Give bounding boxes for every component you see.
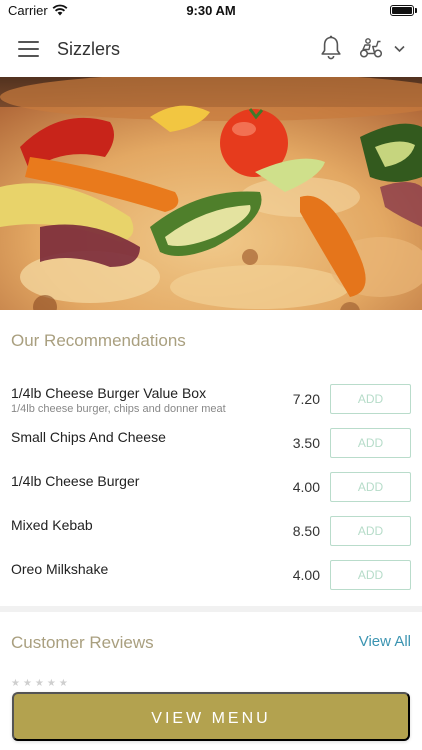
recommendations-title: Our Recommendations — [11, 331, 186, 350]
bell-icon[interactable] — [320, 35, 342, 61]
app-header: Sizzlers — [0, 22, 422, 77]
clock: 9:30 AM — [186, 3, 236, 18]
item-price: 7.20 — [292, 391, 320, 407]
list-item: Mixed Kebab 8.50 ADD — [0, 510, 422, 554]
hero-food-image — [0, 77, 422, 310]
view-all-link[interactable]: View All — [359, 633, 411, 650]
list-item: Small Chips And Cheese 3.50 ADD — [0, 422, 422, 466]
list-item: 1/4lb Cheese Burger Value Box 1/4lb chee… — [0, 378, 422, 422]
item-price: 3.50 — [292, 435, 320, 451]
item-price: 8.50 — [292, 523, 320, 539]
view-menu-button[interactable]: VIEW MENU — [12, 692, 410, 741]
add-button[interactable]: ADD — [330, 384, 411, 414]
item-description: 1/4lb cheese burger, chips and donner me… — [11, 403, 226, 415]
rating-stars: ★★★★★ — [11, 678, 71, 689]
moped-icon[interactable] — [359, 37, 383, 59]
battery-tip — [415, 8, 417, 13]
item-name: 1/4lb Cheese Burger — [11, 473, 140, 489]
section-divider — [0, 606, 422, 612]
reviews-title: Customer Reviews — [11, 633, 154, 652]
item-name: 1/4lb Cheese Burger Value Box — [11, 385, 207, 401]
battery-icon — [390, 5, 414, 16]
pizza-illustration — [0, 77, 422, 310]
chevron-down-icon[interactable] — [394, 45, 405, 53]
hamburger-menu-icon[interactable] — [18, 41, 39, 57]
list-item: 1/4lb Cheese Burger 4.00 ADD — [0, 466, 422, 510]
item-name: Oreo Milkshake — [11, 561, 109, 577]
add-button[interactable]: ADD — [330, 428, 411, 458]
item-price: 4.00 — [292, 567, 320, 583]
app-title: Sizzlers — [57, 39, 121, 59]
add-button[interactable]: ADD — [330, 516, 411, 546]
item-name: Mixed Kebab — [11, 517, 93, 533]
item-price: 4.00 — [292, 479, 320, 495]
list-item: Oreo Milkshake 4.00 ADD — [0, 554, 422, 598]
add-button[interactable]: ADD — [330, 560, 411, 590]
status-bar: Carrier 9:30 AM — [0, 0, 422, 22]
add-button[interactable]: ADD — [330, 472, 411, 502]
item-name: Small Chips And Cheese — [11, 429, 166, 445]
